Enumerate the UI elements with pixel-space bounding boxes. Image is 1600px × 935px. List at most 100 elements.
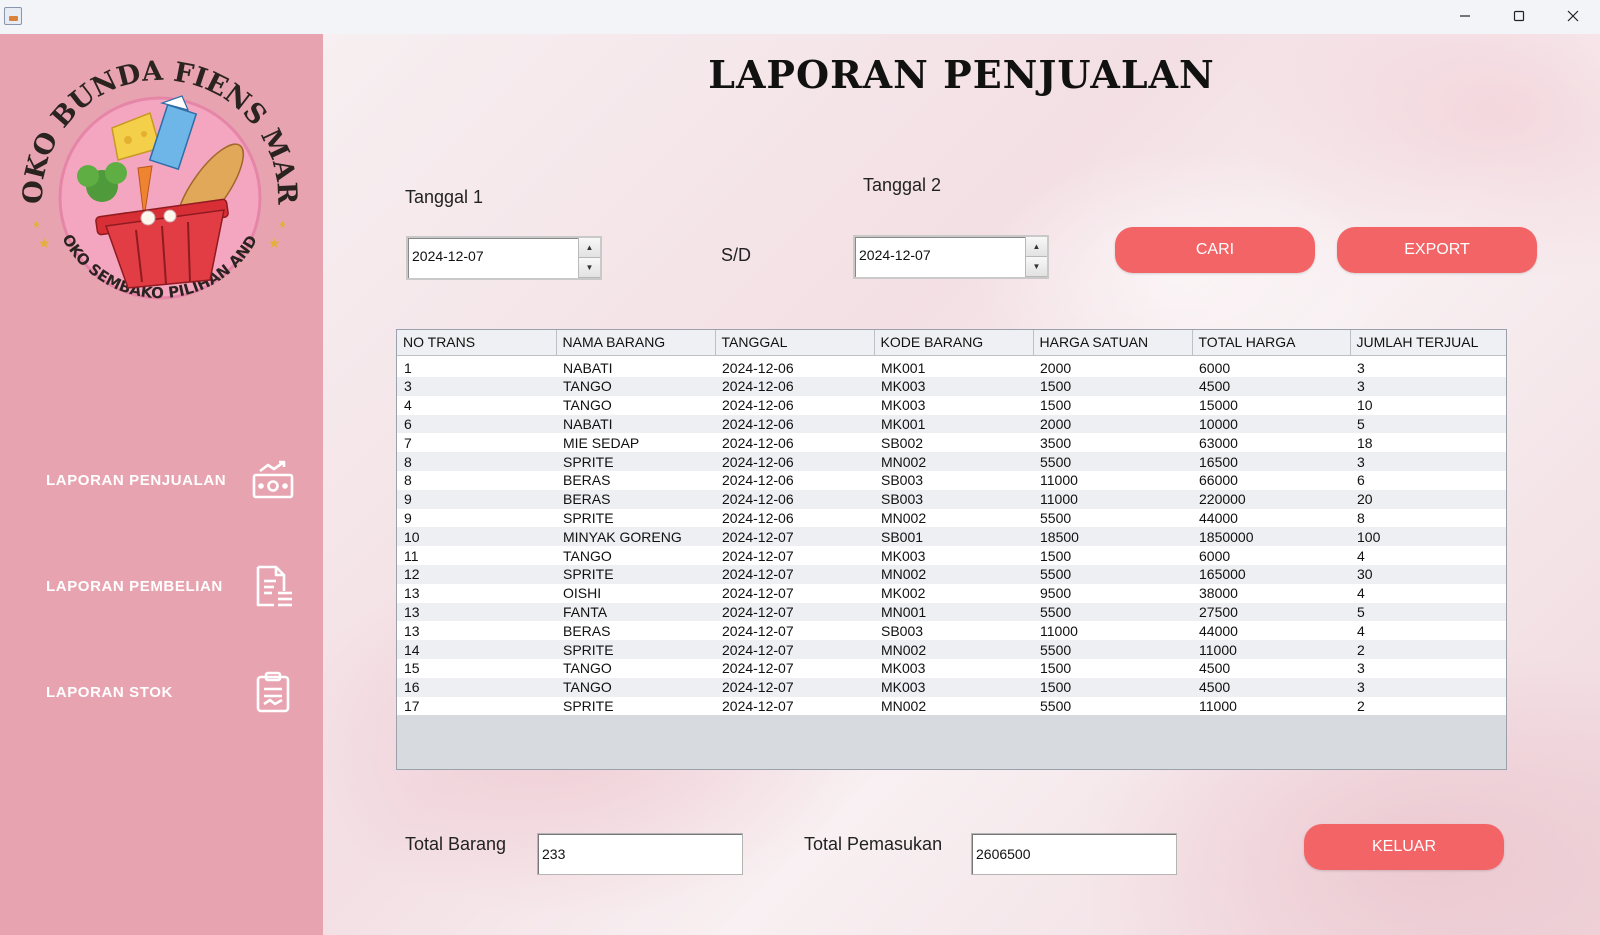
table-cell: 5500	[1033, 508, 1192, 528]
table-row[interactable]: 15 TANGO 2024-12-07 MK003 1500 4500 3	[397, 658, 1506, 678]
table-row[interactable]: 13 BERAS 2024-12-07 SB003 11000 44000 4	[397, 621, 1506, 641]
table-cell: 5	[1350, 602, 1506, 622]
close-button[interactable]	[1546, 0, 1600, 32]
table-cell: 4500	[1192, 658, 1350, 678]
table-cell: 3	[1350, 677, 1506, 697]
table-cell: 30	[1350, 564, 1506, 584]
table-cell: 12	[397, 564, 556, 584]
table-cell: 44000	[1192, 621, 1350, 641]
table-cell: 6000	[1192, 546, 1350, 565]
column-header[interactable]: KODE BARANG	[874, 330, 1034, 356]
table-row[interactable]: 11 TANGO 2024-12-07 MK003 1500 6000 4	[397, 546, 1506, 565]
table-cell: SB002	[874, 433, 1033, 453]
table-row[interactable]: 14 SPRITE 2024-12-07 MN002 5500 11000 2	[397, 640, 1506, 659]
spinner-up-button[interactable]: ▲	[1026, 237, 1047, 257]
main-panel: LAPORAN PENJUALAN Tanggal 1 Tanggal 2 S/…	[323, 34, 1600, 935]
table-cell: 2000	[1033, 355, 1192, 377]
table-row[interactable]: 6 NABATI 2024-12-06 MK001 2000 10000 5	[397, 414, 1506, 434]
table-row[interactable]: 9 BERAS 2024-12-06 SB003 11000 220000 20	[397, 489, 1506, 509]
table-row[interactable]: 9 SPRITE 2024-12-06 MN002 5500 44000 8	[397, 508, 1506, 528]
table-cell: 2024-12-06	[715, 355, 874, 377]
table-cell: 3	[397, 377, 556, 396]
table-cell: 2024-12-07	[715, 527, 874, 547]
table-cell: 5	[1350, 414, 1506, 434]
table-cell: 11	[397, 546, 556, 565]
arrow-down-icon: ▼	[585, 263, 594, 272]
table-row[interactable]: 8 BERAS 2024-12-06 SB003 11000 66000 6	[397, 470, 1506, 490]
table-row[interactable]: 13 FANTA 2024-12-07 MN001 5500 27500 5	[397, 602, 1506, 622]
table-cell: 11000	[1192, 696, 1350, 716]
table-cell: 5500	[1033, 452, 1192, 471]
document-list-icon	[256, 565, 292, 607]
table-cell: MN002	[874, 696, 1033, 716]
table-cell: SPRITE	[556, 452, 715, 471]
sidebar-item-laporan-stok[interactable]: LAPORAN STOK	[46, 664, 296, 720]
column-header[interactable]: NAMA BARANG	[556, 330, 716, 356]
table-cell: 18500	[1033, 527, 1192, 547]
table-cell: 27500	[1192, 602, 1350, 622]
table-cell: SB003	[874, 621, 1033, 641]
total-barang-input[interactable]	[542, 846, 732, 862]
maximize-button[interactable]	[1492, 0, 1546, 32]
table-cell: 9	[397, 508, 556, 528]
total-barang-field	[537, 833, 743, 875]
table-row[interactable]: 13 OISHI 2024-12-07 MK002 9500 38000 4	[397, 583, 1506, 603]
table-cell: SPRITE	[556, 508, 715, 528]
minimize-button[interactable]	[1438, 0, 1492, 32]
table-row[interactable]: 16 TANGO 2024-12-07 MK003 1500 4500 3	[397, 677, 1506, 697]
table-cell: 13	[397, 583, 556, 603]
table-cell: 2024-12-07	[715, 658, 874, 678]
table-cell: MN001	[874, 602, 1033, 622]
table-row[interactable]: 3 TANGO 2024-12-06 MK003 1500 4500 3	[397, 377, 1506, 396]
table-cell: MK001	[874, 355, 1033, 377]
table-cell: 63000	[1192, 433, 1350, 453]
table-cell: SB003	[874, 489, 1033, 509]
table-row[interactable]: 4 TANGO 2024-12-06 MK003 1500 15000 10	[397, 395, 1506, 415]
table-cell: 16500	[1192, 452, 1350, 471]
table-cell: 3	[1350, 452, 1506, 471]
table-row[interactable]: 10 MINYAK GORENG 2024-12-07 SB001 18500 18500…	[397, 527, 1506, 547]
total-pemasukan-input[interactable]	[976, 846, 1166, 862]
table-cell: 8	[397, 452, 556, 471]
table-cell: MN002	[874, 640, 1033, 659]
table-cell: BERAS	[556, 489, 715, 509]
window-titlebar	[0, 0, 1600, 34]
tanggal-1-input[interactable]	[412, 248, 572, 264]
spinner-up-button[interactable]: ▲	[579, 238, 600, 258]
column-header[interactable]: HARGA SATUAN	[1033, 330, 1193, 356]
tanggal-2-input[interactable]	[859, 247, 1019, 263]
export-button[interactable]: EXPORT	[1337, 227, 1537, 273]
table-cell: 6	[397, 414, 556, 434]
sidebar-item-label: LAPORAN STOK	[46, 683, 173, 701]
table-cell: 3	[1350, 377, 1506, 396]
table-row[interactable]: 17 SPRITE 2024-12-07 MN002 5500 11000 2	[397, 696, 1506, 716]
sales-table[interactable]: NO TRANS NAMA BARANG TANGGAL KODE BARANG…	[396, 329, 1507, 770]
sidebar-item-laporan-penjualan[interactable]: LAPORAN PENJUALAN	[46, 452, 296, 508]
table-cell: MK003	[874, 395, 1033, 415]
keluar-button[interactable]: KELUAR	[1304, 824, 1504, 870]
table-cell: TANGO	[556, 658, 715, 678]
cari-button[interactable]: CARI	[1115, 227, 1315, 273]
table-cell: 2024-12-07	[715, 546, 874, 565]
table-cell: 2024-12-07	[715, 621, 874, 641]
table-cell: 10	[1350, 395, 1506, 415]
spinner-down-button[interactable]: ▼	[579, 258, 600, 278]
table-row[interactable]: 12 SPRITE 2024-12-07 MN002 5500 165000 30	[397, 564, 1506, 584]
table-cell: 1500	[1033, 395, 1192, 415]
spinner-down-button[interactable]: ▼	[1026, 257, 1047, 277]
sidebar-item-laporan-pembelian[interactable]: LAPORAN PEMBELIAN	[46, 558, 296, 614]
table-cell: 220000	[1192, 489, 1350, 509]
column-header[interactable]: TANGGAL	[715, 330, 875, 356]
table-cell: 11000	[1192, 640, 1350, 659]
table-cell: 1850000	[1192, 527, 1350, 547]
java-app-icon	[4, 7, 22, 25]
table-row[interactable]: 1 NABATI 2024-12-06 MK001 2000 6000 3	[397, 355, 1506, 377]
table-cell: 10000	[1192, 414, 1350, 434]
table-row[interactable]: 7 MIE SEDAP 2024-12-06 SB002 3500 63000 18	[397, 433, 1506, 453]
column-header[interactable]: TOTAL HARGA	[1192, 330, 1351, 356]
column-header[interactable]: JUMLAH TERJUAL	[1350, 330, 1506, 356]
table-cell: 2	[1350, 640, 1506, 659]
table-row[interactable]: 8 SPRITE 2024-12-06 MN002 5500 16500 3	[397, 452, 1506, 471]
maximize-icon	[1513, 10, 1525, 22]
column-header[interactable]: NO TRANS	[397, 330, 557, 356]
